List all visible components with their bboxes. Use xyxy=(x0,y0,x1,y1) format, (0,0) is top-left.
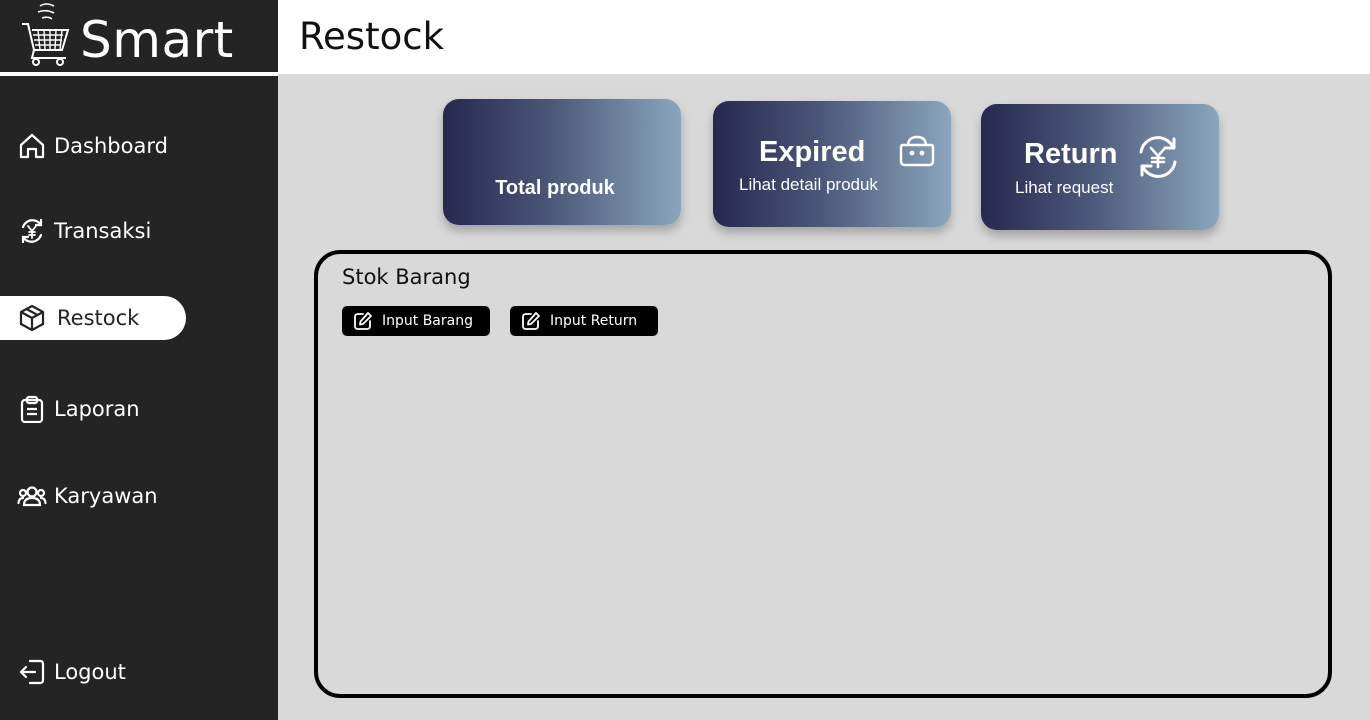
card-subtitle: Lihat request xyxy=(1015,178,1114,197)
sidebar: Smart Dashboard Transaksi Restock Lapora… xyxy=(0,0,278,720)
header: Restock xyxy=(278,0,1370,74)
box-icon xyxy=(17,303,47,333)
card-return[interactable]: Return Lihat request xyxy=(981,104,1219,230)
sidebar-item-restock[interactable]: Restock xyxy=(0,296,186,340)
logout-icon xyxy=(17,657,47,687)
users-icon xyxy=(17,481,47,511)
sidebar-item-karyawan[interactable]: Karyawan xyxy=(0,474,158,518)
logout-label: Logout xyxy=(54,660,126,684)
yen-exchange-icon xyxy=(17,216,47,246)
sidebar-item-laporan[interactable]: Laporan xyxy=(0,387,140,431)
panel-title: Stok Barang xyxy=(342,265,471,289)
stock-panel: Stok Barang Input Barang Input Return xyxy=(314,250,1332,698)
button-label: Input Return xyxy=(550,313,638,329)
input-barang-button[interactable]: Input Barang xyxy=(342,306,490,336)
sidebar-item-dashboard[interactable]: Dashboard xyxy=(0,124,168,168)
clipboard-icon xyxy=(17,394,47,424)
card-title: Return xyxy=(1024,138,1118,170)
sidebar-item-label: Laporan xyxy=(54,397,140,421)
brand-name: Smart xyxy=(80,11,234,69)
edit-icon xyxy=(352,310,374,332)
button-label: Input Barang xyxy=(382,313,473,329)
card-total-produk[interactable]: Total produk xyxy=(443,99,681,225)
card-subtitle: Lihat detail produk xyxy=(739,175,878,194)
sidebar-item-label: Karyawan xyxy=(54,484,158,508)
home-icon xyxy=(17,131,47,161)
brand: Smart xyxy=(0,0,278,72)
brand-divider xyxy=(0,72,278,76)
edit-icon xyxy=(520,310,542,332)
input-return-button[interactable]: Input Return xyxy=(510,306,658,336)
basket-icon xyxy=(897,134,937,172)
page-title: Restock xyxy=(299,15,445,58)
logout-button[interactable]: Logout xyxy=(0,650,126,694)
sidebar-item-transaksi[interactable]: Transaksi xyxy=(0,209,151,253)
sidebar-item-label: Transaksi xyxy=(54,219,152,243)
yen-exchange-icon xyxy=(1135,135,1181,183)
sidebar-item-label: Dashboard xyxy=(54,134,168,158)
sidebar-item-label: Restock xyxy=(57,306,140,330)
card-expired[interactable]: Expired Lihat detail produk xyxy=(713,101,951,227)
shopping-cart-icon xyxy=(18,2,74,68)
card-title: Expired xyxy=(759,136,866,168)
card-subtitle: Total produk xyxy=(495,177,615,199)
